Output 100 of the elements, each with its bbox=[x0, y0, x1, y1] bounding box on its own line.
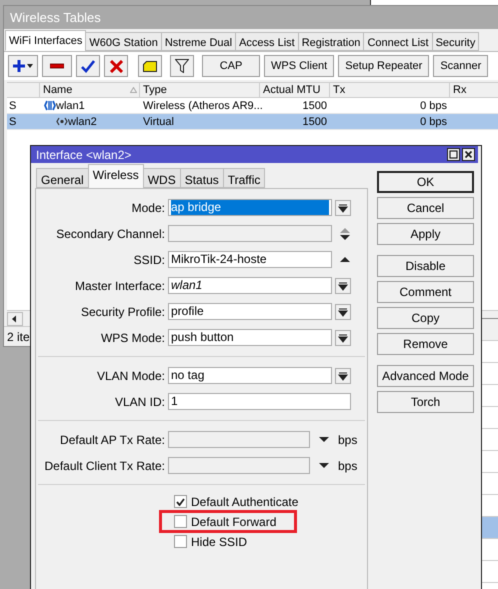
column-header[interactable]: Type bbox=[143, 82, 167, 98]
dialog-button[interactable]: Comment bbox=[377, 281, 474, 303]
table-cell-text: wlan2 bbox=[68, 114, 97, 130]
field-label: Security Profile: bbox=[80, 304, 166, 320]
maximize-icon bbox=[447, 148, 460, 161]
dropdown-icon bbox=[335, 200, 351, 216]
field-label: SSID: bbox=[132, 252, 166, 268]
input-field[interactable]: wlan1 bbox=[168, 277, 332, 294]
tab[interactable]: WiFi Interfaces bbox=[5, 30, 86, 51]
antenna-icon bbox=[44, 100, 56, 111]
table-cell: 0 bps bbox=[420, 116, 447, 128]
checkbox-label: Default Authenticate bbox=[191, 494, 298, 510]
down-arrow-icon bbox=[318, 436, 330, 443]
dropdown-icon bbox=[335, 278, 351, 294]
checkbox[interactable] bbox=[174, 515, 187, 528]
field-label: Secondary Channel: bbox=[55, 226, 166, 242]
window-title: Wireless Tables bbox=[10, 8, 101, 27]
dropdown-button[interactable] bbox=[335, 200, 351, 216]
dialog-button[interactable]: OK bbox=[377, 171, 474, 193]
dialog-button[interactable]: Disable bbox=[377, 255, 474, 277]
field-label: WPS Mode: bbox=[100, 330, 166, 346]
table-cell: Wireless (Atheros AR9... bbox=[143, 100, 263, 112]
tab[interactable]: Access List bbox=[235, 32, 299, 51]
dropdown-icon bbox=[335, 330, 351, 346]
dropdown-button[interactable] bbox=[335, 278, 351, 294]
toolbar-button[interactable]: CAP bbox=[202, 55, 260, 77]
toolbar-button[interactable] bbox=[76, 55, 100, 77]
tab[interactable]: Nstreme Dual bbox=[160, 32, 236, 51]
input-field[interactable]: ap bridge bbox=[168, 199, 332, 216]
input-field[interactable]: MikroTik-24-hoste bbox=[168, 251, 332, 268]
tab[interactable]: WDS bbox=[142, 168, 181, 188]
tab[interactable]: Traffic bbox=[222, 168, 266, 188]
tab[interactable]: Status bbox=[180, 168, 224, 188]
table-cell: 1500 bbox=[302, 116, 327, 128]
virtual-link-icon bbox=[56, 117, 68, 126]
field-label: Default Client Tx Rate: bbox=[44, 458, 166, 474]
checkbox[interactable] bbox=[174, 495, 187, 508]
minus-icon bbox=[50, 62, 64, 70]
field-label: Default AP Tx Rate: bbox=[59, 432, 166, 448]
checkbox-label: Hide SSID bbox=[191, 534, 248, 550]
tab[interactable]: Wireless bbox=[88, 164, 144, 188]
dropdown-button[interactable] bbox=[335, 304, 351, 320]
field-label: VLAN Mode: bbox=[96, 368, 166, 384]
dropdown-icon bbox=[335, 304, 351, 320]
input-field[interactable]: no tag bbox=[168, 367, 332, 384]
dropdown-icon bbox=[335, 368, 351, 384]
dialog-button[interactable]: Remove bbox=[377, 333, 474, 355]
toolbar-button[interactable]: Scanner bbox=[433, 55, 488, 77]
dialog-button[interactable]: Torch bbox=[377, 391, 474, 413]
note-icon bbox=[143, 60, 157, 72]
tab[interactable]: W60G Station bbox=[85, 32, 162, 51]
table-cell: S bbox=[9, 116, 16, 128]
dialog-button[interactable]: Apply bbox=[377, 223, 474, 245]
column-header[interactable]: Name bbox=[43, 82, 72, 98]
plus-icon bbox=[12, 59, 34, 73]
input-field[interactable]: push button bbox=[168, 329, 332, 346]
filter-icon bbox=[175, 59, 189, 73]
toolbar-button[interactable]: Setup Repeater bbox=[338, 55, 430, 77]
dialog-button[interactable]: Copy bbox=[377, 307, 474, 329]
dropdown-button[interactable] bbox=[335, 368, 351, 384]
field-label: Mode: bbox=[130, 200, 166, 216]
status-bar-text: 2 ite bbox=[7, 328, 30, 346]
dialog-title: Interface <wlan2> bbox=[36, 146, 132, 164]
toolbar-button[interactable] bbox=[138, 55, 162, 77]
input-field[interactable]: 1 bbox=[168, 393, 351, 410]
checkbox[interactable] bbox=[174, 535, 187, 548]
input-field[interactable] bbox=[168, 225, 332, 242]
dialog-button[interactable]: Cancel bbox=[377, 197, 474, 219]
input-field[interactable] bbox=[168, 431, 310, 448]
check-icon bbox=[81, 60, 95, 72]
column-header[interactable]: Actual MTU bbox=[263, 82, 320, 98]
dialog-button[interactable]: Advanced Mode bbox=[377, 365, 474, 387]
close-icon bbox=[462, 148, 475, 161]
table-cell: S bbox=[9, 100, 16, 112]
table-cell: Virtual bbox=[143, 116, 174, 128]
sort-arrow-icon bbox=[130, 87, 137, 93]
column-header[interactable]: Rx bbox=[453, 82, 466, 98]
toolbar-button[interactable]: WPS Client bbox=[264, 55, 334, 77]
column-header[interactable]: Tx bbox=[333, 82, 346, 98]
cross-icon bbox=[110, 60, 122, 72]
table-cell: 0 bps bbox=[420, 100, 447, 112]
down-arrow-icon bbox=[318, 462, 330, 469]
unit-label: bps bbox=[338, 432, 358, 448]
check-icon bbox=[176, 498, 185, 506]
up-arrow-icon bbox=[339, 256, 351, 263]
table-row[interactable]: S wlan2 Virtual 1500 0 bps bbox=[7, 114, 498, 130]
tab[interactable]: General bbox=[36, 168, 89, 188]
spin-arrows-icon bbox=[339, 226, 351, 240]
tab[interactable]: Registration bbox=[298, 32, 364, 51]
tab[interactable]: Security bbox=[432, 32, 480, 51]
field-label: VLAN ID: bbox=[114, 394, 166, 410]
input-field[interactable] bbox=[168, 457, 310, 474]
dropdown-button[interactable] bbox=[335, 330, 351, 346]
tab[interactable]: Connect List bbox=[363, 32, 433, 51]
table-cell-text: wlan1 bbox=[56, 98, 85, 114]
input-field[interactable]: profile bbox=[168, 303, 332, 320]
toolbar-button[interactable] bbox=[170, 55, 194, 77]
table-row[interactable]: S wlan1 Wireless (Atheros AR9... 1500 0 bps bbox=[7, 98, 498, 114]
toolbar-button[interactable] bbox=[42, 55, 72, 77]
toolbar-button[interactable] bbox=[8, 55, 38, 77]
